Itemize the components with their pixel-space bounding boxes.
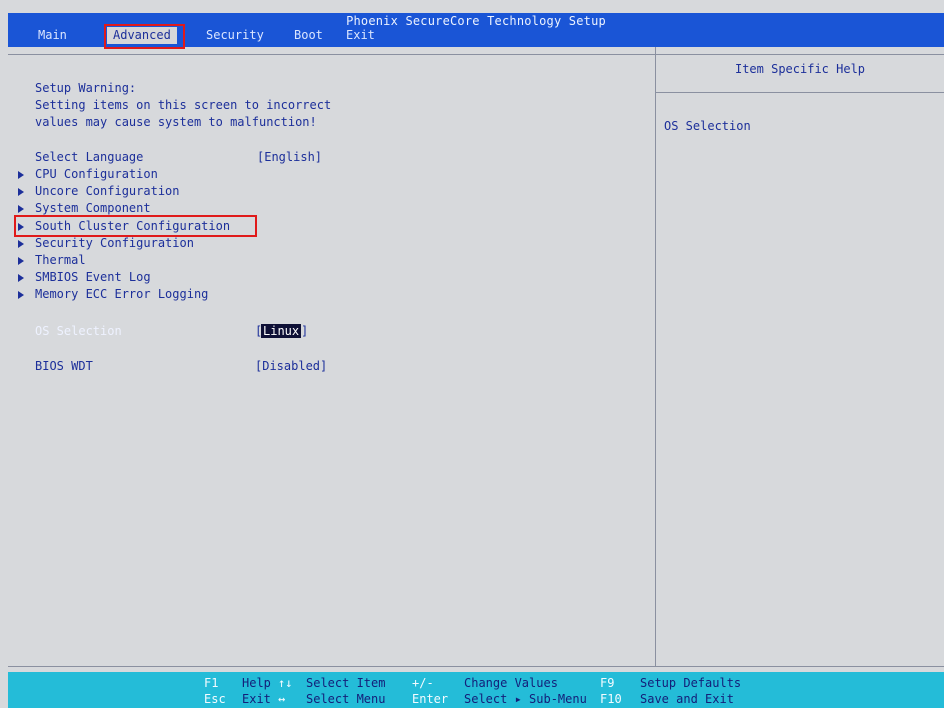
key-f10-desc: Save and Exit (640, 692, 734, 706)
highlight-advanced-tab (104, 24, 185, 49)
select-language-value[interactable]: [English] (257, 150, 322, 164)
key-f10: F10 (600, 692, 622, 706)
submenu-arrow-icon (18, 274, 24, 282)
key-select-item-desc: Select Item (306, 676, 386, 690)
submenu-uncore-label: Uncore Configuration (35, 184, 180, 198)
submenu-arrow-icon (18, 188, 24, 196)
submenu-cpu-label: CPU Configuration (35, 167, 158, 181)
submenu-arrow-icon (18, 291, 24, 299)
bios-wdt-value[interactable]: [Disabled] (255, 359, 327, 373)
key-help-bar: F1 Help ↑↓ Select Item +/- Change Values… (8, 672, 944, 708)
menu-boot[interactable]: Boot (294, 28, 323, 44)
help-text: OS Selection (664, 119, 751, 133)
submenu-system-component-label: System Component (35, 201, 151, 215)
warning-line-2: Setting items on this screen to incorrec… (35, 98, 332, 112)
submenu-smbios-label: SMBIOS Event Log (35, 270, 151, 284)
submenu-arrow-icon (18, 257, 24, 265)
warning-line-3: values may cause system to malfunction! (35, 115, 317, 129)
submenu-security-label: Security Configuration (35, 236, 194, 250)
arrows-up-down-icon: ↑↓ (278, 676, 293, 690)
os-selection-label: OS Selection (35, 324, 122, 338)
key-esc-desc: Exit (242, 692, 271, 706)
key-esc: Esc (204, 692, 226, 706)
key-select-submenu-desc: Select ▸ Sub-Menu (464, 692, 587, 706)
key-change-values-desc: Change Values (464, 676, 558, 690)
menu-exit[interactable]: Exit (346, 28, 375, 44)
select-language-label[interactable]: Select Language (35, 150, 143, 164)
os-selection-bracket-close: ] (301, 324, 309, 338)
warning-title: Setup Warning: (35, 81, 137, 95)
menu-security[interactable]: Security (206, 28, 264, 44)
key-f9-desc: Setup Defaults (640, 676, 742, 690)
key-enter: Enter (412, 692, 449, 706)
key-f9: F9 (600, 676, 615, 690)
submenu-thermal-label: Thermal (35, 253, 86, 267)
frame-bottom-line (8, 666, 944, 667)
submenu-memory-ecc-label: Memory ECC Error Logging (35, 287, 209, 301)
key-select-menu-desc: Select Menu (306, 692, 386, 706)
key-plus-minus: +/- (412, 676, 434, 690)
os-selection-value[interactable]: Linux (261, 324, 302, 338)
submenu-arrow-icon (18, 240, 24, 248)
arrows-left-right-icon: ↔ (278, 692, 286, 706)
submenu-arrow-icon (18, 205, 24, 213)
menu-main[interactable]: Main (38, 28, 67, 44)
main-panel: Setup Warning: Setting items on this scr… (8, 47, 656, 667)
submenu-arrow-icon (18, 171, 24, 179)
highlight-south-cluster (14, 215, 257, 237)
key-f1: F1 (204, 676, 219, 690)
frame-top-line (8, 54, 944, 55)
help-panel: Item Specific Help OS Selection (656, 47, 944, 667)
key-f1-desc: Help (242, 676, 271, 690)
bios-wdt-label[interactable]: BIOS WDT (35, 359, 93, 373)
